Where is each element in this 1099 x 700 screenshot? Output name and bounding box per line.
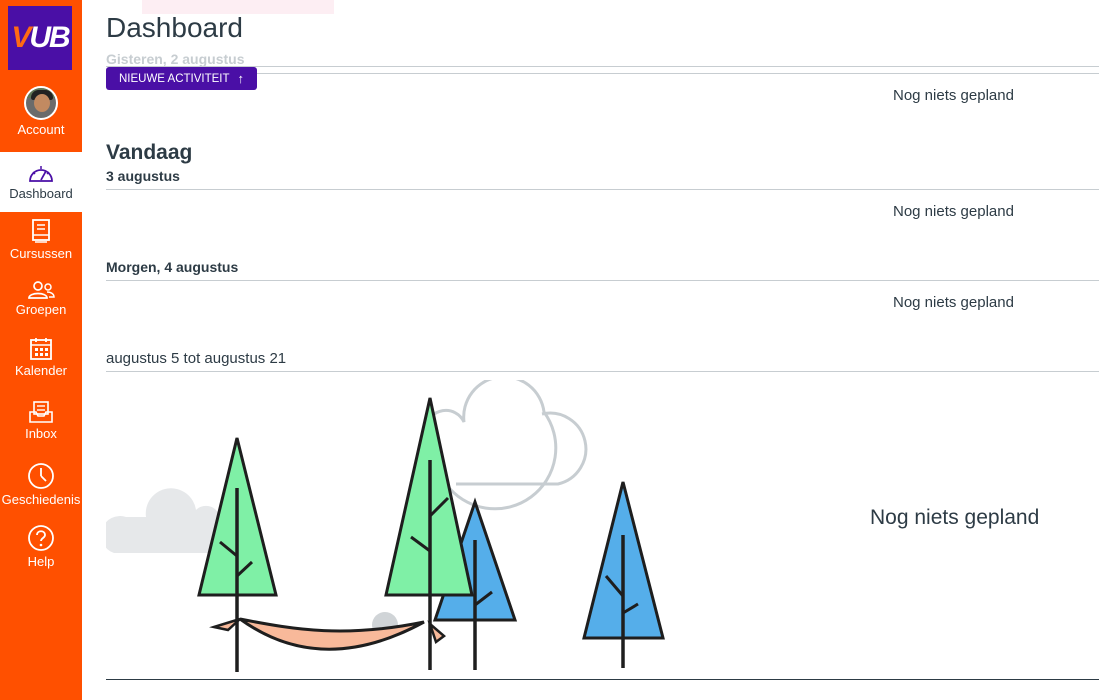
- divider: [106, 371, 1099, 372]
- nav-help[interactable]: Help: [0, 524, 82, 570]
- nav-dashboard[interactable]: Dashboard: [0, 152, 82, 212]
- nav-groups[interactable]: Groepen: [0, 280, 82, 324]
- today-heading: Vandaag: [106, 141, 193, 164]
- nav-history-label: Geschiedenis: [1, 492, 81, 507]
- nav-groups-label: Groepen: [15, 302, 67, 317]
- divider: [106, 189, 1099, 190]
- nav-account[interactable]: Account: [0, 86, 82, 148]
- dashboard-icon: [29, 166, 53, 182]
- new-activity-label: NIEUWE ACTIVITEIT: [118, 72, 230, 85]
- page-title: Dashboard: [106, 12, 243, 43]
- empty-message: Nog niets gepland: [893, 203, 1014, 220]
- nav-courses-label: Cursussen: [9, 246, 73, 261]
- hammock-trees-illustration: [106, 380, 665, 672]
- cloud-left: [106, 488, 221, 553]
- nav-dashboard-label: Dashboard: [9, 186, 73, 201]
- clock-icon: [28, 463, 54, 489]
- date-range-heading: augustus 5 tot augustus 21: [106, 350, 287, 367]
- calendar-icon: [30, 338, 52, 360]
- vub-logo[interactable]: VUB: [8, 6, 72, 70]
- nav-inbox-label: Inbox: [25, 426, 57, 441]
- arrow-up-icon: ↑: [237, 71, 245, 86]
- inbox-icon: [29, 401, 53, 423]
- help-icon: [28, 525, 54, 551]
- empty-message: Nog niets gepland: [893, 294, 1014, 311]
- yesterday-date: Gisteren, 2 augustus: [106, 51, 245, 67]
- planner-main: Dashboard Gisteren, 2 augustus NIEUWE AC…: [106, 0, 1099, 700]
- divider: [106, 280, 1099, 281]
- avatar: [24, 86, 58, 120]
- tomorrow-heading: Morgen, 4 augustus: [106, 259, 239, 275]
- nav-inbox[interactable]: Inbox: [0, 400, 82, 446]
- empty-message: Nog niets gepland: [893, 87, 1014, 104]
- nav-courses[interactable]: Cursussen: [0, 218, 82, 268]
- empty-period-message: Nog niets gepland: [870, 506, 1040, 529]
- global-navigation: VUB Account Dashboard Cursussen Groepen …: [0, 0, 82, 700]
- nav-calendar[interactable]: Kalender: [0, 337, 82, 383]
- groups-icon: [28, 281, 55, 299]
- nav-history[interactable]: Geschiedenis: [0, 462, 82, 510]
- nav-help-label: Help: [27, 554, 55, 569]
- divider: [106, 679, 1099, 680]
- book-icon: [32, 219, 50, 243]
- nav-account-label: Account: [17, 122, 65, 137]
- nav-calendar-label: Kalender: [14, 363, 68, 378]
- new-activity-button[interactable]: NIEUWE ACTIVITEIT ↑: [106, 67, 257, 90]
- today-date: 3 augustus: [106, 168, 180, 184]
